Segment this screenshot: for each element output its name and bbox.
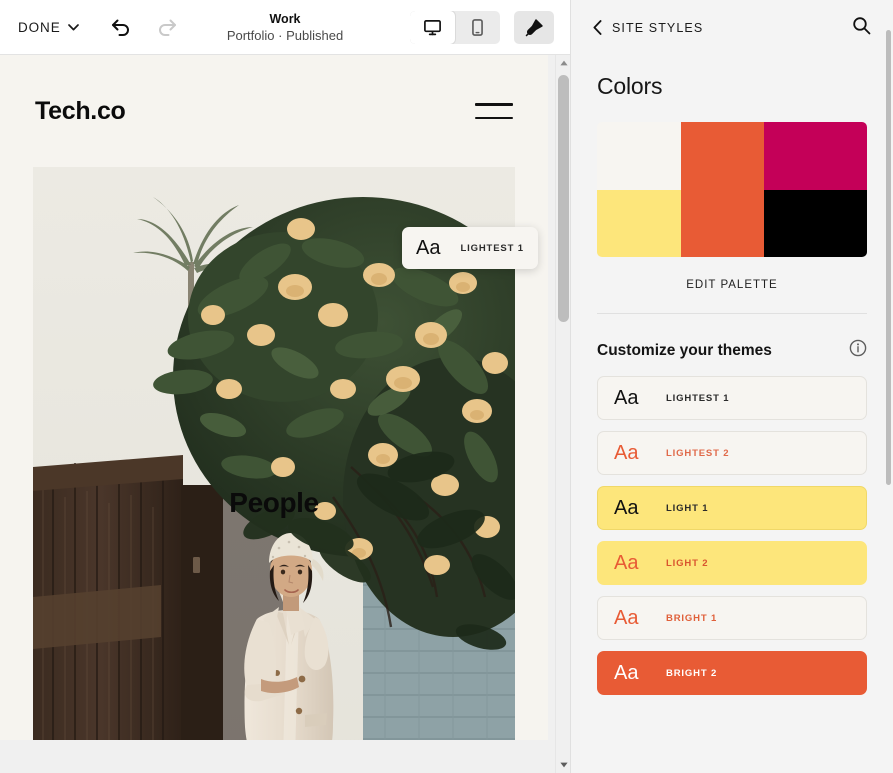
palette-column-3 bbox=[764, 122, 867, 257]
theme-card-lightest-1[interactable]: Aa LIGHTEST 1 bbox=[597, 376, 867, 420]
back-to-site-styles-button[interactable]: SITE STYLES bbox=[593, 20, 703, 35]
theme-card-lightest-2[interactable]: Aa LIGHTEST 2 bbox=[597, 431, 867, 475]
desktop-view-button[interactable] bbox=[410, 11, 455, 44]
desktop-icon bbox=[424, 19, 441, 36]
theme-sample-text: Aa bbox=[614, 551, 639, 574]
floating-chip-sample: Aa bbox=[416, 236, 441, 259]
site-preview-page: Tech.co People bbox=[0, 55, 548, 740]
palette-swatch-orange bbox=[680, 122, 765, 257]
edit-palette-button[interactable]: EDIT PALETTE bbox=[597, 279, 867, 291]
done-button[interactable]: DONE bbox=[18, 20, 79, 35]
theme-card-light-1[interactable]: Aa LIGHT 1 bbox=[597, 486, 867, 530]
theme-label: BRIGHT 2 bbox=[666, 667, 718, 679]
theme-sample-text: Aa bbox=[614, 606, 639, 629]
chevron-left-icon bbox=[593, 20, 602, 35]
site-preview-canvas[interactable]: Tech.co People Aa LIGHTEST 1 bbox=[0, 55, 570, 773]
mobile-icon bbox=[472, 19, 483, 36]
themes-info-button[interactable] bbox=[849, 339, 867, 362]
palette-column-2 bbox=[680, 122, 765, 257]
theme-card-bright-1[interactable]: Aa BRIGHT 1 bbox=[597, 596, 867, 640]
undo-icon[interactable] bbox=[109, 15, 133, 39]
themes-section-title: Customize your themes bbox=[597, 341, 772, 359]
theme-label: LIGHT 2 bbox=[666, 557, 709, 569]
theme-label: LIGHTEST 1 bbox=[666, 392, 730, 404]
theme-card-light-2[interactable]: Aa LIGHT 2 bbox=[597, 541, 867, 585]
theme-label: BRIGHT 1 bbox=[666, 612, 718, 624]
mobile-view-button[interactable] bbox=[455, 11, 500, 44]
site-header: Tech.co bbox=[0, 55, 548, 167]
panel-scrollbar-thumb[interactable] bbox=[886, 30, 891, 485]
canvas-scrollbar-thumb[interactable] bbox=[558, 75, 569, 322]
palette-swatch-black bbox=[764, 189, 867, 257]
palette-swatch-yellow bbox=[597, 189, 681, 257]
floating-chip-label: LIGHTEST 1 bbox=[460, 242, 524, 254]
site-styles-editor: DONE Work Portfolio · Published Tech.co … bbox=[0, 0, 893, 773]
back-label: SITE STYLES bbox=[612, 20, 704, 35]
theme-label: LIGHT 1 bbox=[666, 502, 709, 514]
scroll-up-arrow-icon[interactable] bbox=[556, 56, 570, 70]
theme-card-bright-2[interactable]: Aa BRIGHT 2 bbox=[597, 651, 867, 695]
viewport-toggle-group bbox=[410, 11, 500, 44]
canvas-scrollbar[interactable] bbox=[555, 55, 570, 773]
theme-list: Aa LIGHTEST 1 Aa LIGHTEST 2 Aa LIGHT 1 Aa LIGHT… bbox=[597, 376, 867, 695]
floating-theme-chip[interactable]: Aa LIGHTEST 1 bbox=[402, 227, 538, 269]
theme-sample-text: Aa bbox=[614, 496, 639, 519]
info-icon bbox=[849, 339, 867, 357]
scroll-down-arrow-icon[interactable] bbox=[556, 758, 570, 772]
theme-sample-text: Aa bbox=[614, 441, 639, 464]
color-palette-preview[interactable] bbox=[597, 122, 867, 257]
themes-section-header: Customize your themes bbox=[597, 339, 867, 362]
redo-icon[interactable] bbox=[155, 15, 179, 39]
palette-swatch-cream bbox=[597, 122, 681, 190]
editor-pane: DONE Work Portfolio · Published Tech.co … bbox=[0, 0, 570, 773]
site-brand[interactable]: Tech.co bbox=[35, 97, 126, 126]
search-button[interactable] bbox=[852, 16, 871, 40]
hero-text-block[interactable]: People bbox=[229, 487, 319, 519]
palette-column-1 bbox=[597, 122, 681, 257]
search-icon bbox=[853, 16, 871, 34]
theme-sample-text: Aa bbox=[614, 386, 639, 409]
colors-section-title: Colors bbox=[597, 73, 663, 99]
site-styles-panel: SITE STYLES Colors EDIT PALETTE Customiz… bbox=[570, 0, 893, 773]
theme-sample-text: Aa bbox=[614, 661, 639, 684]
chevron-down-icon bbox=[67, 23, 79, 30]
palette-swatch-magenta bbox=[764, 122, 867, 190]
panel-header: SITE STYLES bbox=[571, 0, 893, 55]
section-divider bbox=[597, 313, 867, 314]
history-controls bbox=[109, 15, 179, 39]
site-styles-brush-button[interactable] bbox=[514, 11, 554, 44]
editor-toolbar: DONE Work Portfolio · Published bbox=[0, 0, 570, 55]
done-label: DONE bbox=[18, 19, 61, 35]
panel-body: Colors EDIT PALETTE Customize your theme… bbox=[571, 73, 893, 695]
theme-label: LIGHTEST 2 bbox=[666, 447, 730, 459]
paintbrush-icon bbox=[525, 19, 543, 37]
hamburger-menu-icon[interactable] bbox=[475, 103, 513, 119]
